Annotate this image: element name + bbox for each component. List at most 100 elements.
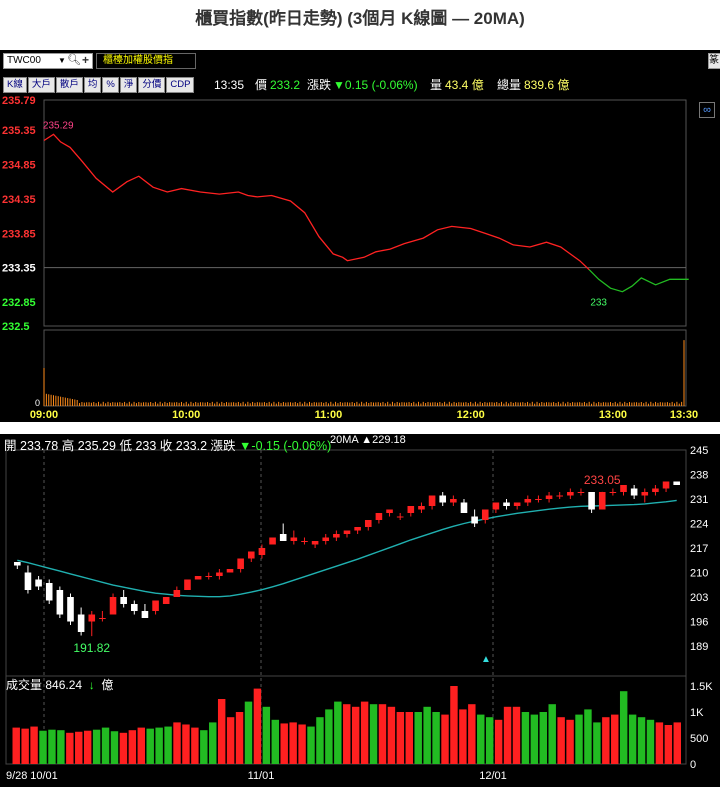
volume-bar — [557, 717, 564, 764]
intraday-annotation: 233 — [590, 298, 607, 309]
volume-bar — [415, 712, 422, 764]
tab-average[interactable]: 均 — [84, 77, 102, 93]
volume-bar — [245, 702, 252, 764]
tab-net[interactable]: 淨 — [120, 77, 138, 93]
volume-bar — [388, 707, 395, 764]
candle-body — [301, 541, 308, 542]
intraday-x-tick: 10:00 — [172, 409, 200, 421]
intraday-y-tick: 235.35 — [2, 125, 36, 137]
volume-y-tick: 1.5K — [690, 681, 713, 693]
quote-total: 839.6 億 — [524, 77, 569, 93]
volume-bar — [629, 715, 636, 764]
volume-y-tick: 500 — [690, 733, 708, 745]
intraday-x-tick: 13:00 — [599, 409, 627, 421]
index-name-box: 櫃檯加權股價指 — [96, 53, 196, 69]
kline-y-tick: 196 — [690, 617, 708, 629]
ohlc-row: 開 233.78 高 235.29 低 233 收 233.2 漲跌 ▼-0.1… — [4, 438, 331, 454]
candle-body — [333, 534, 340, 538]
volume-bar — [120, 733, 127, 764]
volume-bar — [611, 715, 618, 764]
quote-change-label: 漲跌 — [307, 77, 331, 93]
tab-kline[interactable]: K線 — [3, 77, 27, 93]
quote-time: 13:35 — [214, 77, 244, 93]
volume-bar — [459, 709, 466, 764]
tab-retail[interactable]: 散戶 — [56, 77, 83, 93]
low-value: 233 — [135, 439, 156, 453]
tab-cdp[interactable]: CDP — [166, 77, 194, 93]
candle-body — [482, 510, 489, 521]
volume-bar — [155, 728, 162, 764]
candle-body — [439, 496, 446, 503]
volume-arrow-icon: ↓ — [89, 678, 95, 692]
intraday-y-tick: 234.85 — [2, 160, 36, 172]
kline-annotation: 233.05 — [584, 473, 621, 487]
volume-bar — [593, 722, 600, 764]
candle-body — [461, 503, 468, 514]
high-value: 235.29 — [78, 439, 116, 453]
kline-panel: 2452382312242172102031961899/2810/0111/0… — [0, 434, 720, 787]
candle-body — [67, 597, 74, 622]
quote-total-label: 總量 — [497, 77, 521, 93]
tab-percent[interactable]: % — [102, 77, 118, 93]
volume-bar — [361, 702, 368, 764]
volume-bar — [218, 699, 225, 764]
search-icon[interactable]: 🔍︎ — [67, 53, 81, 67]
tab-major-holders[interactable]: 大戶 — [28, 77, 55, 93]
candle-body — [578, 492, 585, 493]
volume-bar — [584, 709, 591, 764]
quote-change: ▼0.15 (-0.06%) — [333, 77, 418, 93]
volume-bar — [164, 727, 171, 764]
link-icon[interactable]: ∞ — [699, 102, 715, 118]
volume-frame — [44, 330, 686, 406]
volume-bar — [147, 729, 154, 764]
candle-body — [131, 604, 138, 611]
volume-bar — [39, 731, 46, 764]
close-value: 233.2 — [176, 439, 207, 453]
chevron-down-icon[interactable]: ▼ — [58, 54, 66, 68]
kline-y-tick: 217 — [690, 543, 708, 555]
volume-bar — [370, 704, 377, 764]
open-label: 開 — [4, 439, 17, 453]
volume-bar — [441, 715, 448, 764]
intraday-x-tick: 11:00 — [315, 409, 343, 421]
open-value: 233.78 — [20, 439, 58, 453]
candle-body — [14, 562, 21, 566]
candle-body — [365, 520, 372, 527]
volume-bar — [57, 730, 64, 764]
volume-bar — [549, 704, 556, 764]
candle-body — [248, 552, 255, 559]
quote-price-label: 價 — [255, 77, 267, 93]
kline-x-tick: 10/01 — [30, 770, 58, 782]
volume-bar — [182, 724, 189, 764]
volume-bar — [102, 728, 109, 764]
quote-volume: 43.4 億 — [445, 77, 484, 93]
candle-body — [280, 534, 287, 541]
candle-body — [408, 506, 415, 513]
candle-body — [46, 583, 53, 601]
candle-body — [376, 513, 383, 520]
candle-body — [195, 576, 202, 580]
intraday-y-tick: 232.5 — [2, 321, 30, 333]
volume-bar — [406, 712, 413, 764]
ticker-input[interactable]: TWC00 ▼ 🔍︎ + — [3, 53, 93, 69]
volume-bar — [379, 704, 386, 764]
volume-bar — [522, 712, 529, 764]
tab-price-volume[interactable]: 分價 — [138, 77, 165, 93]
intraday-price-line — [44, 134, 589, 269]
volume-bar — [486, 717, 493, 764]
volume-zero-tick: 0 — [35, 398, 40, 408]
corner-button[interactable]: 篆 — [708, 53, 720, 69]
price-frame — [44, 100, 686, 326]
candle-body — [120, 597, 127, 604]
candle-body — [174, 590, 181, 597]
candle-body — [354, 527, 361, 531]
candle-body — [205, 576, 212, 577]
volume-bar — [432, 712, 439, 764]
indicator-tabs: K線 大戶 散戶 均 % 淨 分價 CDP — [3, 77, 194, 93]
candle-body — [610, 492, 617, 493]
intraday-x-tick: 09:00 — [30, 409, 58, 421]
ticker-value: TWC00 — [7, 55, 41, 66]
volume-bar — [272, 720, 279, 764]
quote-volume-label: 量 — [430, 77, 442, 93]
add-icon[interactable]: + — [82, 53, 89, 67]
